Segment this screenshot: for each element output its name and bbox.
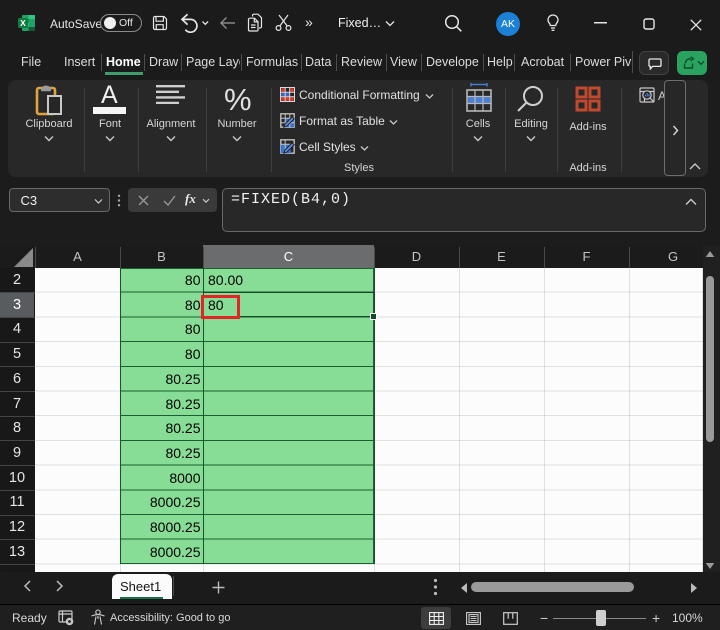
- svg-text:X: X: [20, 18, 26, 28]
